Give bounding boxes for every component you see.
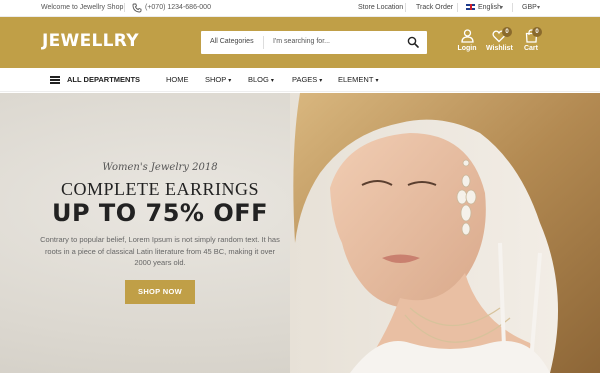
hero-headline: UP TO 75% OFF	[51, 199, 269, 227]
nav-item-home[interactable]: HOME	[166, 75, 189, 84]
shop-now-button[interactable]: SHOP NOW	[125, 280, 195, 304]
nav-item-pages[interactable]: PAGES ▾	[292, 75, 322, 84]
wishlist-button[interactable]: Wishlist 0	[486, 27, 513, 52]
store-location-link[interactable]: Store Location	[358, 4, 403, 11]
search-bar: All Categories I'm searching for...	[201, 31, 427, 54]
divider	[263, 36, 264, 49]
track-order-link[interactable]: Track Order	[416, 4, 453, 11]
cart-button[interactable]: Cart 0	[522, 27, 542, 52]
chevron-down-icon: ▾	[537, 5, 541, 11]
hero-description: Contrary to popular belief, Lorem Ipsum …	[40, 235, 280, 267]
chevron-down-icon: ▾	[500, 5, 504, 11]
divider	[405, 3, 406, 12]
language-selector[interactable]: English	[478, 4, 501, 11]
nav-item-element[interactable]: ELEMENT ▾	[338, 75, 378, 84]
login-label: Login	[457, 45, 477, 52]
wishlist-count-badge: 0	[502, 27, 512, 37]
chevron-down-icon: ▾	[319, 78, 323, 84]
all-departments-label: ALL DEPARTMENTS	[67, 75, 141, 84]
uk-flag-icon	[466, 4, 475, 10]
cart-label: Cart	[523, 45, 538, 52]
cart-count-badge: 0	[532, 27, 542, 37]
hero-subtitle: Women's Jewelry 2018	[102, 162, 218, 173]
main-nav: ALL DEPARTMENTS HOME SHOP ▾ BLOG ▾ PAGES ▾ …	[0, 68, 600, 92]
divider	[457, 3, 458, 12]
divider	[512, 3, 513, 12]
search-input[interactable]: I'm searching for...	[273, 38, 330, 45]
search-category-select[interactable]: All Categories	[210, 38, 254, 45]
wishlist-label: Wishlist	[486, 45, 513, 52]
header: JEWELLRY All Categories I'm searching fo…	[0, 17, 600, 68]
nav-item-shop[interactable]: SHOP ▾	[205, 75, 231, 84]
hero-model-image	[290, 93, 600, 373]
phone-icon	[132, 3, 142, 13]
divider	[124, 3, 125, 12]
search-icon[interactable]	[407, 36, 419, 48]
hero-title: COMPLETE EARRINGS	[60, 179, 259, 199]
chevron-down-icon: ▾	[270, 78, 274, 84]
chevron-down-icon: ▾	[375, 78, 379, 84]
login-button[interactable]: Login	[457, 29, 477, 52]
currency-selector[interactable]: GBP	[522, 4, 537, 11]
phone-number[interactable]: (+070) 1234-686-000	[145, 4, 211, 11]
welcome-text: Welcome to Jewellry Shop!	[41, 4, 126, 11]
hamburger-icon	[50, 76, 60, 84]
logo[interactable]: JEWELLRY	[42, 31, 139, 51]
chevron-down-icon: ▾	[228, 78, 232, 84]
hero-banner: Women's Jewelry 2018 COMPLETE EARRINGS U…	[0, 93, 600, 373]
nav-item-blog[interactable]: BLOG ▾	[248, 75, 274, 84]
user-icon	[460, 29, 474, 43]
top-bar: Welcome to Jewellry Shop! (+070) 1234-68…	[0, 0, 600, 17]
